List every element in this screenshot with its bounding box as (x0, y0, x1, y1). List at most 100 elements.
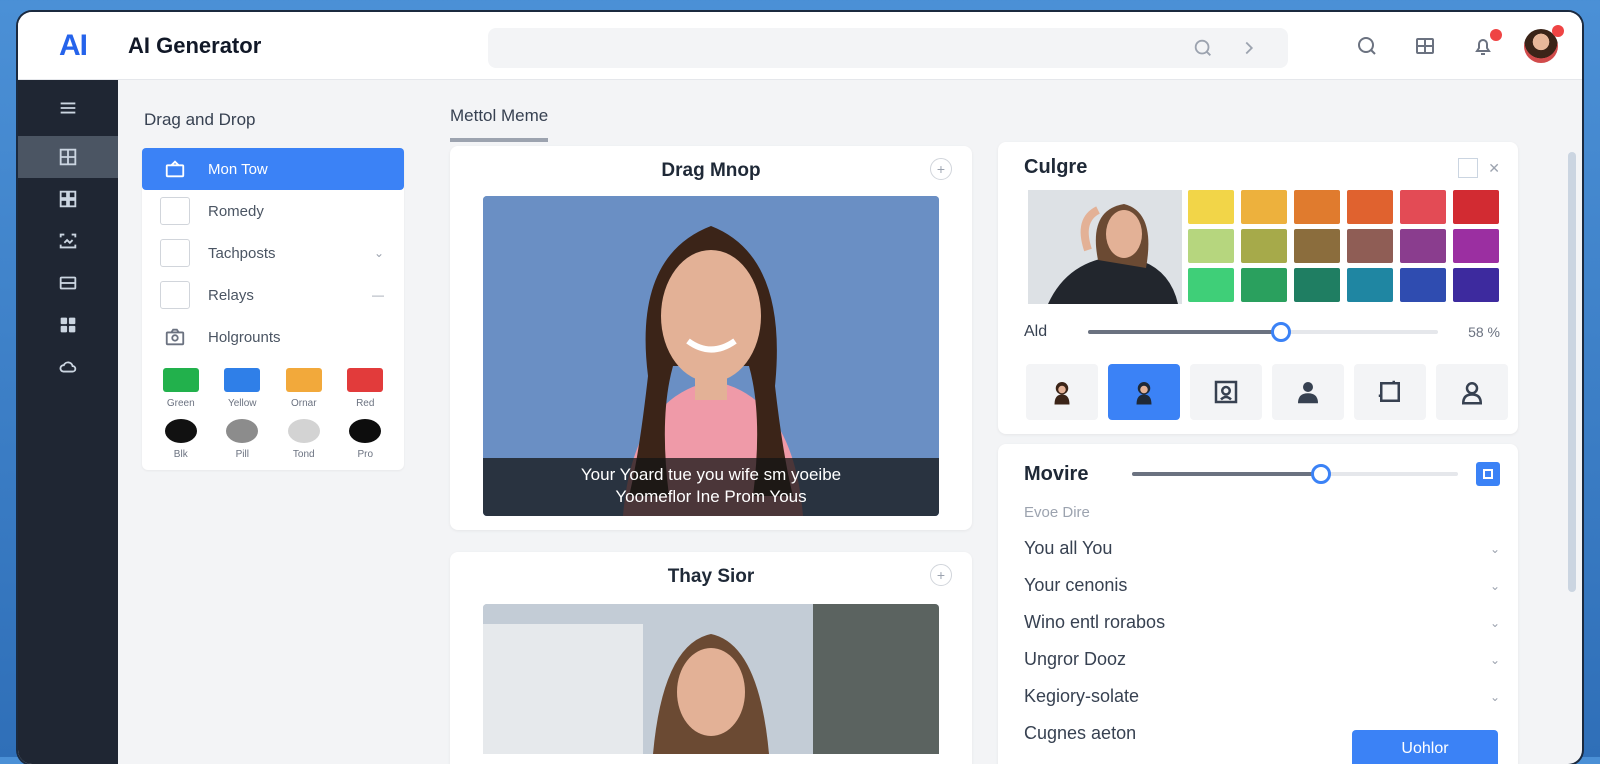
scrollbar[interactable] (1568, 152, 1576, 592)
dd-item-mon-tow[interactable]: Mon Tow (142, 148, 404, 190)
style-portrait-option[interactable] (1026, 364, 1098, 420)
tab-mettol-meme[interactable]: Mettol Meme (450, 100, 549, 142)
reference-thumbnail[interactable] (1028, 190, 1182, 304)
color-panel: Culgre ✕ Ald 58 % (998, 142, 1518, 434)
crop-icon[interactable] (1354, 364, 1426, 420)
chevron-right-icon[interactable] (1238, 37, 1260, 64)
top-icons (1338, 12, 1582, 80)
chevron-down-icon[interactable]: ⌄ (374, 246, 384, 260)
dd-item-tachposts[interactable]: Tachposts ⌄ (142, 232, 404, 274)
color-cell[interactable] (1241, 190, 1287, 224)
drag-drop-title: Drag and Drop (144, 110, 256, 129)
dot-black[interactable]: Blk (153, 419, 209, 460)
shade-dots: Blk Pill Tond Pro (142, 409, 404, 460)
search-bar[interactable] (488, 28, 1288, 68)
dd-item-holgrounts[interactable]: Holgrounts (142, 316, 404, 358)
movie-slider-track[interactable] (1132, 464, 1458, 484)
close-icon[interactable]: ✕ (1488, 160, 1500, 177)
option-label: Your cenonis (1024, 575, 1128, 595)
color-cell[interactable] (1188, 190, 1234, 224)
slider-fill (1088, 330, 1281, 334)
swatch-orange[interactable]: Ornar (276, 368, 332, 409)
movie-panel: Movire Evoe Dire You all You ⌄ Your cenon… (998, 444, 1518, 764)
chevron-down-icon[interactable]: ⌄ (1490, 579, 1500, 593)
movie-slider-knob[interactable] (1311, 464, 1332, 484)
movie-header: Movire (1024, 462, 1500, 486)
chat-icon[interactable] (1352, 31, 1382, 61)
color-cell[interactable] (1241, 268, 1287, 302)
outdoor-illustration (483, 604, 939, 754)
swatch-green[interactable]: Green (153, 368, 209, 409)
color-grid (1188, 190, 1499, 302)
swatch-red[interactable]: Red (337, 368, 393, 409)
color-cell[interactable] (1453, 229, 1499, 263)
notifications-icon[interactable] (1468, 29, 1502, 61)
option-row[interactable]: Kegiory-solate ⌄ (1024, 678, 1500, 715)
option-label: You all You (1024, 538, 1113, 558)
color-cell[interactable] (1400, 229, 1446, 263)
add-icon[interactable]: + (930, 564, 952, 586)
slider-knob[interactable] (1270, 322, 1291, 342)
nav-layout-icon[interactable] (18, 178, 118, 220)
nav-image-icon[interactable] (18, 220, 118, 262)
checkbox[interactable] (160, 197, 190, 225)
chevron-down-icon[interactable]: ⌄ (1490, 616, 1500, 630)
ald-slider[interactable]: Ald 58 % (1024, 320, 1500, 344)
color-cell[interactable] (1400, 268, 1446, 302)
color-cell[interactable] (1347, 268, 1393, 302)
color-cell[interactable] (1347, 190, 1393, 224)
dd-item-romedy[interactable]: Romedy (142, 190, 404, 232)
photo-caption: Your Yoard tue you wife sm yoeibe Yoomef… (483, 458, 939, 516)
option-row[interactable]: Ungror Dooz ⌄ (1024, 641, 1500, 678)
option-row[interactable]: You all You ⌄ (1024, 530, 1500, 567)
color-cell[interactable] (1400, 190, 1446, 224)
dd-item-label: Tachposts (208, 244, 276, 262)
chevron-down-icon[interactable]: ⌄ (1490, 542, 1500, 556)
color-cell[interactable] (1188, 268, 1234, 302)
style-portrait-selected-option[interactable] (1108, 364, 1180, 420)
avatar-outline-icon[interactable] (1436, 364, 1508, 420)
chevron-down-icon[interactable]: ⌄ (1490, 653, 1500, 667)
dot-gray[interactable]: Pill (214, 419, 270, 460)
expand-icon[interactable] (1458, 158, 1479, 178)
nav-dashboard-icon[interactable] (18, 136, 118, 178)
grid-view-icon[interactable] (1410, 31, 1440, 61)
outdoor-photo (483, 604, 939, 754)
chevron-down-icon[interactable]: ⌄ (1490, 690, 1500, 704)
option-label: Ungror Dooz (1024, 649, 1127, 669)
slider-track[interactable] (1088, 322, 1439, 342)
menu-icon[interactable] (18, 80, 118, 136)
slider-value: 58 % (1468, 324, 1500, 340)
user-avatar[interactable] (1524, 25, 1564, 63)
collapse-icon[interactable]: — (372, 288, 384, 302)
color-cell[interactable] (1347, 229, 1393, 263)
color-cell[interactable] (1188, 229, 1234, 263)
dd-item-label: Mon Tow (208, 160, 268, 178)
movie-toggle[interactable] (1476, 462, 1500, 486)
dd-item-relays[interactable]: Relays — (142, 274, 404, 316)
dd-item-label: Relays (208, 286, 254, 304)
swatch-blue[interactable]: Yellow (214, 368, 270, 409)
option-row[interactable]: Wino entl rorabos ⌄ (1024, 604, 1500, 641)
nav-cloud-icon[interactable] (18, 346, 118, 388)
dot-dark[interactable]: Pro (337, 419, 393, 460)
option-label: Cugnes aeton (1024, 723, 1137, 743)
add-icon[interactable]: + (930, 158, 952, 180)
color-cell[interactable] (1294, 190, 1340, 224)
color-cell[interactable] (1453, 190, 1499, 224)
dot-light[interactable]: Tond (276, 419, 332, 460)
nav-media-icon[interactable] (18, 262, 118, 304)
checkbox[interactable] (160, 281, 190, 309)
checkbox[interactable] (160, 239, 190, 267)
apply-button[interactable]: Uohlor (1352, 730, 1498, 764)
top-bar: AI AI Generator (18, 12, 1582, 80)
color-cell[interactable] (1294, 268, 1340, 302)
face-frame-icon[interactable] (1190, 364, 1262, 420)
option-row[interactable]: Your cenonis ⌄ (1024, 567, 1500, 604)
color-cell[interactable] (1241, 229, 1287, 263)
color-cell[interactable] (1294, 229, 1340, 263)
search-icon[interactable] (1192, 37, 1214, 64)
color-cell[interactable] (1453, 268, 1499, 302)
person-icon[interactable] (1272, 364, 1344, 420)
nav-apps-icon[interactable] (18, 304, 118, 346)
